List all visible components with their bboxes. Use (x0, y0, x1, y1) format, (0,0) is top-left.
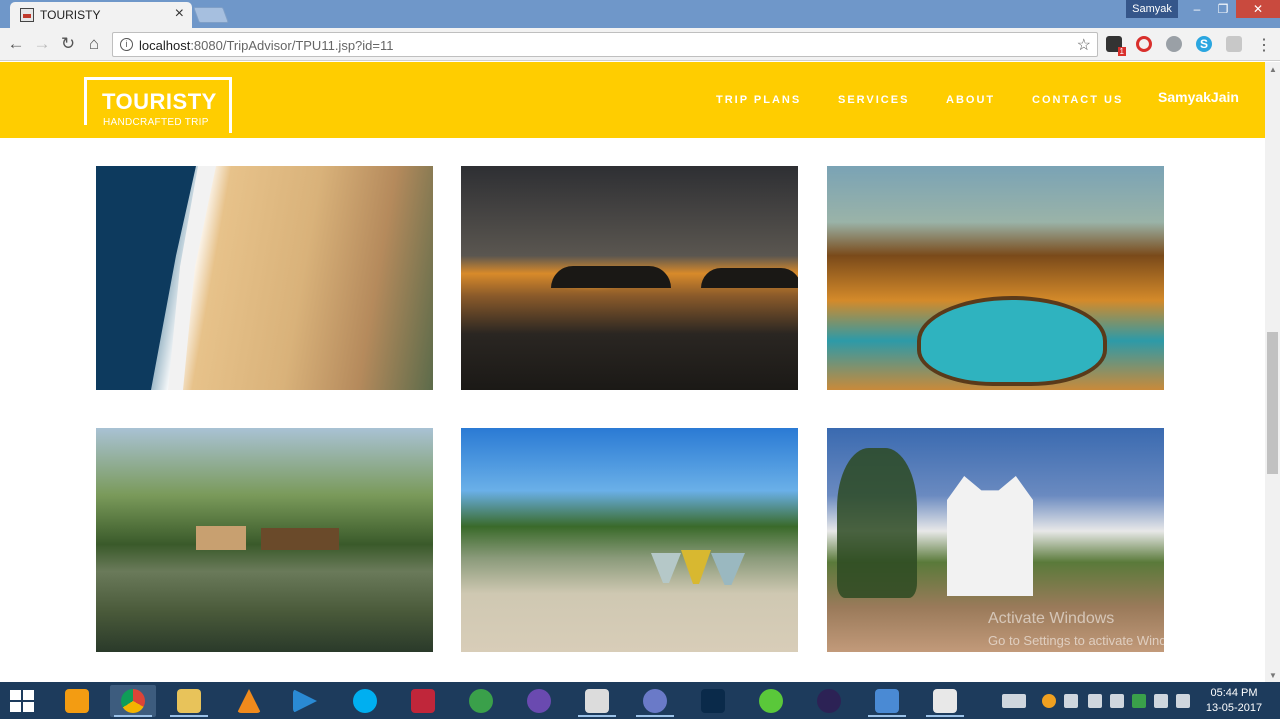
back-arrow-icon[interactable]: ← (6, 34, 26, 54)
tray-app-icon[interactable] (1042, 694, 1056, 708)
forward-arrow-icon[interactable]: → (32, 34, 52, 54)
taskbar-skype-icon[interactable] (342, 685, 388, 717)
island-shape (701, 268, 798, 288)
skype-icon[interactable]: S (1196, 36, 1212, 52)
browser-titlebar: TOURISTY × Samyak – ❐ ✕ (0, 0, 1280, 28)
clock-time: 05:44 PM (1210, 687, 1258, 699)
pdf-icon[interactable] (1226, 36, 1242, 52)
taskbar-chrome-icon[interactable] (110, 685, 156, 717)
scroll-down-icon[interactable]: ▼ (1269, 671, 1277, 680)
boat-shape (651, 553, 681, 583)
sync-icon[interactable] (1166, 36, 1182, 52)
house-shape (196, 526, 246, 550)
taskbar-explorer-icon[interactable] (166, 685, 212, 717)
island-shape (551, 266, 671, 288)
user-name-link[interactable]: SamyakJain (1158, 89, 1239, 105)
logo-title: TOURISTY (102, 89, 217, 114)
opera-icon[interactable] (1136, 36, 1152, 52)
houseboat-shape (261, 528, 339, 550)
profile-button[interactable]: Samyak (1126, 0, 1178, 18)
nav-trip-plans[interactable]: TRIP PLANS (716, 94, 801, 106)
activate-windows-subtitle: Go to Settings to activate Windows. (988, 633, 1194, 648)
gallery-image-sunset-island[interactable] (461, 166, 798, 390)
tab-close-icon[interactable]: × (175, 5, 184, 23)
browser-toolbar: ← → ↻ ⌂ i localhost:8080/TripAdvisor/TPU… (0, 28, 1280, 61)
taskbar-vlc-icon[interactable] (226, 685, 272, 717)
url-host: localhost (139, 38, 191, 53)
network-icon[interactable] (1088, 694, 1102, 708)
chrome-menu-icon[interactable]: ⋮ (1256, 35, 1272, 55)
boat-shape (681, 550, 711, 584)
page-viewport: TOURISTY HANDCRAFTED TRIP TRIP PLANS SER… (0, 62, 1265, 682)
church-shape (947, 476, 1033, 596)
windows-start-icon[interactable] (10, 690, 34, 712)
gallery-image-resort-pool[interactable] (827, 166, 1164, 390)
taskbar-dolphin-icon[interactable] (632, 685, 678, 717)
address-bar[interactable]: i localhost:8080/TripAdvisor/TPU11.jsp?i… (112, 32, 1098, 57)
volume-icon[interactable] (1064, 694, 1078, 708)
extension-badge: 1 (1117, 47, 1126, 56)
taskbar-browser-app-icon[interactable] (516, 685, 562, 717)
taskbar-clock[interactable]: 05:44 PM 13-05-2017 (1196, 686, 1272, 716)
tab-title: TOURISTY (40, 8, 101, 22)
palm-shape (837, 448, 917, 598)
nav-about[interactable]: ABOUT (946, 94, 995, 106)
bookmark-star-icon[interactable]: ☆ (1077, 35, 1091, 55)
url-text[interactable]: localhost:8080/TripAdvisor/TPU11.jsp?id=… (139, 38, 393, 53)
tray-shield-icon[interactable] (1154, 694, 1168, 708)
new-tab-button[interactable] (193, 7, 229, 23)
site-logo[interactable]: TOURISTY HANDCRAFTED TRIP (84, 77, 232, 133)
gallery-image-backwater-houseboat[interactable] (96, 428, 433, 652)
tray-download-icon[interactable] (1132, 694, 1146, 708)
site-header: TOURISTY HANDCRAFTED TRIP TRIP PLANS SER… (0, 62, 1265, 138)
boat-shape (711, 553, 745, 585)
taskbar-music-app-icon[interactable] (748, 685, 794, 717)
taskbar-me-app-icon[interactable] (690, 685, 736, 717)
battery-icon[interactable] (1176, 694, 1190, 708)
taskbar-eclipse-icon[interactable] (806, 685, 852, 717)
info-icon[interactable]: i (120, 38, 133, 51)
activate-windows-title: Activate Windows (988, 610, 1115, 627)
taskbar-screen-recorder-icon[interactable] (400, 685, 446, 717)
taskbar-file-manager-icon[interactable] (54, 685, 100, 717)
scroll-up-icon[interactable]: ▲ (1269, 65, 1277, 74)
scroll-thumb[interactable] (1267, 332, 1278, 474)
ghostery-icon[interactable]: 1 (1106, 36, 1126, 56)
clock-date: 13-05-2017 (1205, 702, 1263, 714)
taskbar-media-player-icon[interactable] (282, 685, 328, 717)
taskbar-java-icon[interactable] (922, 685, 968, 717)
page-scrollbar[interactable]: ▲ ▼ (1265, 62, 1280, 682)
taskbar-notepad-icon[interactable] (574, 685, 620, 717)
nav-contact-us[interactable]: CONTACT US (1032, 94, 1123, 106)
url-path: :8080/TripAdvisor/TPU11.jsp?id=11 (190, 38, 394, 53)
window-minimize-button[interactable]: – (1184, 0, 1210, 18)
window-restore-button[interactable]: ❐ (1210, 0, 1236, 18)
home-icon[interactable]: ⌂ (84, 34, 104, 54)
keyboard-icon[interactable] (1002, 694, 1026, 708)
pool-shape (917, 296, 1107, 386)
taskbar-photos-icon[interactable] (864, 685, 910, 717)
nav-services[interactable]: SERVICES (838, 94, 909, 106)
gallery-image-beach-boats[interactable] (461, 428, 798, 652)
gallery-image-beach-crowd[interactable] (96, 166, 433, 390)
flag-icon[interactable] (1110, 694, 1124, 708)
windows-taskbar: 05:44 PM 13-05-2017 (0, 682, 1280, 719)
taskbar-idm-icon[interactable] (458, 685, 504, 717)
window-close-button[interactable]: ✕ (1236, 0, 1280, 18)
site-favicon-icon (20, 8, 34, 22)
logo-subtitle: HANDCRAFTED TRIP (103, 117, 209, 128)
browser-tab[interactable]: TOURISTY × (10, 2, 192, 28)
reload-icon[interactable]: ↻ (58, 34, 78, 54)
